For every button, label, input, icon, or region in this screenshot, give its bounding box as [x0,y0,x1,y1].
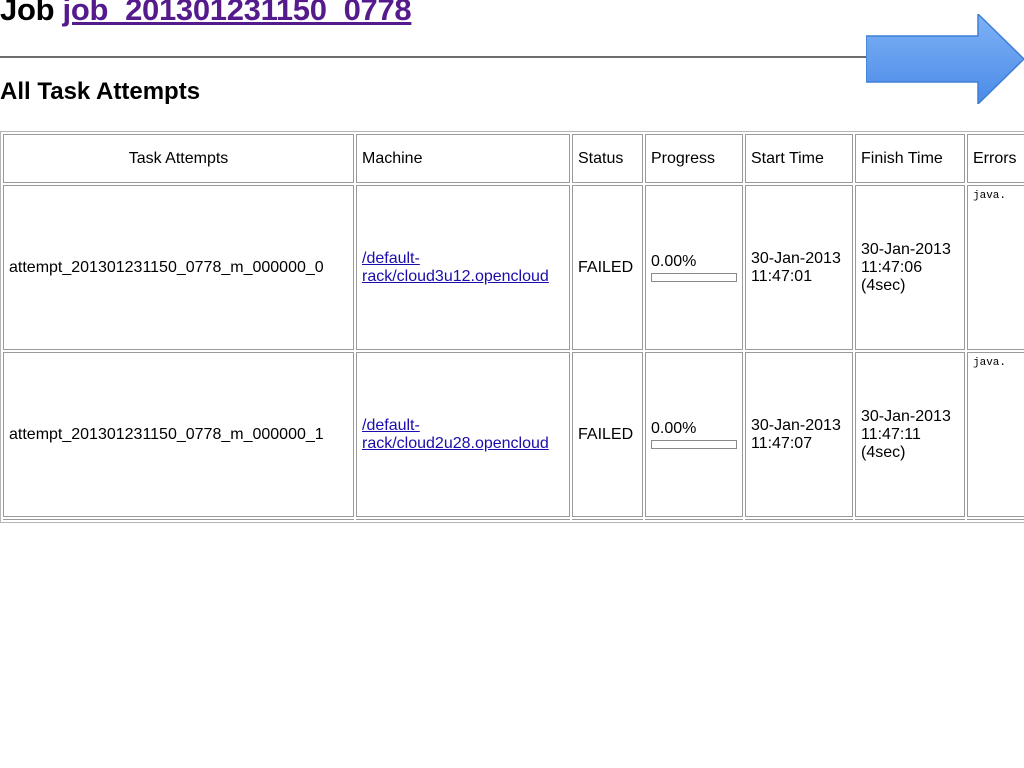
attempt-id-cell: attempt_201301231150_0778_m_000000_0 [3,185,354,350]
progress-cell: 0.00% [645,185,743,350]
column-header: Finish Time [855,134,965,183]
column-header: Task Attempts [3,134,354,183]
column-header: Status [572,134,643,183]
machine-cell: /default-rack/cloud2u28.opencloud [356,352,570,517]
attempts-table-container: Task Attempts Machine Status Progress St… [0,131,1024,531]
finish-date: 30-Jan-2013 [861,407,951,425]
attempt-id-cell: attempt_201301231150_0778_m_000000_1 [3,352,354,517]
start-date: 30-Jan-2013 [751,249,841,267]
job-label: Job [0,0,55,27]
finish-time: 11:47:06 [861,258,923,276]
start-time-cell: 30-Jan-2013 11:47:01 [745,185,853,350]
table-row-partial [3,519,1024,520]
start-date: 30-Jan-2013 [751,416,841,434]
finish-time-cell: 30-Jan-2013 11:47:11 (4sec) [855,352,965,517]
progress-text: 0.00% [651,253,697,270]
header-divider [0,56,870,58]
progress-bar [651,273,737,282]
partial-cell [967,519,1024,520]
machine-link[interactable]: /default-rack/cloud3u12.opencloud [362,250,549,285]
error-cell: java. [967,185,1024,350]
column-header: Start Time [745,134,853,183]
start-time: 11:47:01 [751,267,813,285]
machine-link[interactable]: /default-rack/cloud2u28.opencloud [362,417,549,452]
partial-cell [855,519,965,520]
job-tasks-page: Job job_201301231150_0778 All Task Attem… [0,0,1024,768]
task-attempts-table: Task Attempts Machine Status Progress St… [0,131,1024,523]
finish-duration: (4sec) [861,443,906,461]
column-header: Machine [356,134,570,183]
machine-link-line2: rack/cloud2u28.opencloud [362,434,549,452]
error-cell: java. [967,352,1024,517]
table-row: attempt_201301231150_0778_m_000000_1 /de… [3,352,1024,517]
table-row: attempt_201301231150_0778_m_000000_0 /de… [3,185,1024,350]
finish-duration: (4sec) [861,276,906,294]
partial-cell [3,519,354,520]
partial-cell [356,519,570,520]
progress-bar [651,440,737,449]
section-title: All Task Attempts [0,78,201,105]
machine-link-line1: /default- [362,416,420,434]
progress-text: 0.00% [651,420,697,437]
partial-cell [645,519,743,520]
arrow-right-icon[interactable] [866,14,1024,104]
column-header: Progress [645,134,743,183]
partial-cell [572,519,643,520]
partial-cell [745,519,853,520]
status-cell: FAILED [572,185,643,350]
status-cell: FAILED [572,352,643,517]
machine-link-line2: rack/cloud3u12.opencloud [362,267,549,285]
job-id-link[interactable]: job_201301231150_0778 [63,0,412,27]
progress-cell: 0.00% [645,352,743,517]
page-title: Job job_201301231150_0778 [0,0,412,28]
column-header: Errors [967,134,1024,183]
machine-cell: /default-rack/cloud3u12.opencloud [356,185,570,350]
start-time-cell: 30-Jan-2013 11:47:07 [745,352,853,517]
table-header-row: Task Attempts Machine Status Progress St… [3,134,1024,183]
machine-link-line1: /default- [362,249,420,267]
start-time: 11:47:07 [751,434,813,452]
finish-time-cell: 30-Jan-2013 11:47:06 (4sec) [855,185,965,350]
finish-time: 11:47:11 [861,425,921,443]
finish-date: 30-Jan-2013 [861,240,951,258]
